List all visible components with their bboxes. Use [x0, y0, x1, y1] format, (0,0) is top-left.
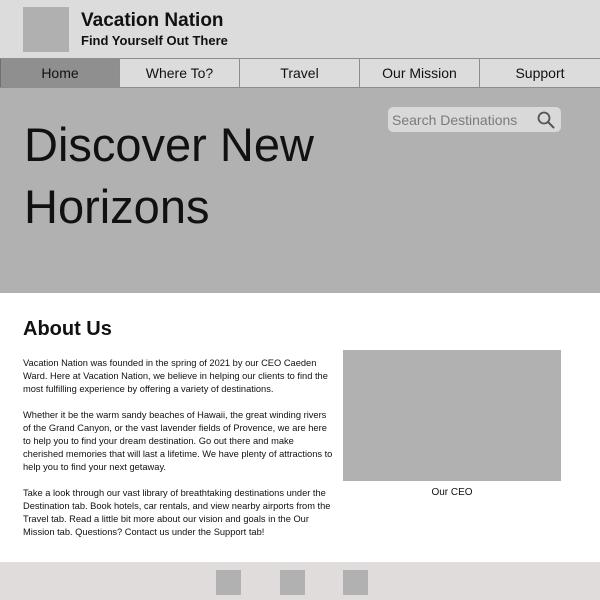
logo-placeholder[interactable] — [23, 7, 69, 52]
footer-social-icon[interactable] — [343, 570, 368, 595]
nav-tab-our-mission[interactable]: Our Mission — [360, 59, 480, 87]
about-paragraph: Take a look through our vast library of … — [23, 488, 331, 537]
site-title: Vacation Nation — [81, 10, 224, 31]
about-heading: About Us — [23, 318, 112, 340]
ceo-image-placeholder — [343, 350, 561, 481]
search-icon[interactable] — [537, 111, 555, 129]
footer-social-icon[interactable] — [216, 570, 241, 595]
site-tagline: Find Yourself Out There — [81, 33, 228, 48]
main-nav: Home Where To? Travel Our Mission Suppor… — [0, 58, 600, 88]
about-paragraph: Whether it be the warm sandy beaches of … — [23, 410, 333, 472]
site-footer — [0, 562, 600, 600]
nav-tab-home[interactable]: Home — [0, 59, 120, 87]
about-body: Vacation Nation was founded in the sprin… — [23, 357, 335, 552]
nav-tab-support[interactable]: Support — [480, 59, 600, 87]
footer-social-icon[interactable] — [280, 570, 305, 595]
site-header: Vacation Nation Find Yourself Out There — [0, 0, 600, 58]
ceo-caption: Our CEO — [431, 487, 473, 498]
about-paragraph: Vacation Nation was founded in the sprin… — [23, 358, 328, 394]
hero-title: Discover New Horizons — [24, 118, 314, 233]
search-bar[interactable] — [388, 107, 561, 132]
nav-tab-where-to[interactable]: Where To? — [120, 59, 240, 87]
search-input[interactable] — [392, 110, 532, 129]
nav-tab-travel[interactable]: Travel — [240, 59, 360, 87]
